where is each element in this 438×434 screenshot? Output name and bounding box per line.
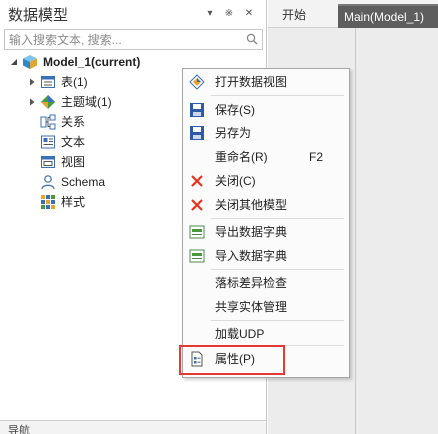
- panel-header: 数据模型 ▾ ※ ✕: [0, 0, 266, 28]
- open-data-view-icon: [189, 74, 205, 90]
- menu-item-standard-diff-check[interactable]: 落标差异检查: [184, 272, 349, 294]
- collapsed-arrow-icon[interactable]: [28, 78, 36, 86]
- close-icon: [191, 175, 203, 187]
- menu-item-label: 另存为: [215, 126, 252, 140]
- model-cube-icon: [23, 55, 37, 69]
- menu-item-label: 落标差异检查: [215, 276, 288, 290]
- tree-item-label: 表(1): [61, 75, 88, 89]
- menu-item-label: 打开数据视图: [215, 75, 288, 89]
- panel-dropdown-icon[interactable]: ▾: [203, 6, 217, 22]
- pin-icon[interactable]: ※: [222, 6, 236, 22]
- export-dictionary-icon: [189, 225, 205, 239]
- save-as-icon: [190, 126, 204, 140]
- navigation-panel-header: 导航: [0, 420, 266, 434]
- menu-item-label: 共享实体管理: [215, 300, 288, 314]
- tree-item-label: 关系: [61, 115, 86, 129]
- menu-item-shared-entity-management[interactable]: 共享实体管理: [184, 296, 349, 318]
- style-icon: [41, 195, 55, 209]
- panel-title: 数据模型: [8, 7, 69, 24]
- tree-item-label: 样式: [61, 195, 86, 209]
- collapsed-arrow-icon[interactable]: [28, 98, 36, 106]
- relation-icon: [40, 114, 56, 130]
- menu-item-label: 关闭其他模型: [215, 198, 288, 212]
- properties-highlight-box: [179, 345, 285, 375]
- menu-item-label: 导入数据字典: [215, 249, 288, 263]
- search-box: [4, 29, 263, 50]
- table-icon: [41, 76, 55, 88]
- menu-item-rename[interactable]: 重命名(R) F2: [184, 146, 349, 168]
- tab-start[interactable]: 开始: [276, 4, 312, 28]
- menu-item-export-dictionary[interactable]: 导出数据字典: [184, 221, 349, 243]
- menu-item-save-as[interactable]: 另存为: [184, 122, 349, 144]
- navigation-label: 导航: [8, 425, 30, 434]
- search-icon[interactable]: [246, 33, 258, 45]
- menu-item-import-dictionary[interactable]: 导入数据字典: [184, 245, 349, 267]
- panel-close-icon[interactable]: ✕: [242, 6, 256, 22]
- menu-item-close[interactable]: 关闭(C): [184, 170, 349, 192]
- menu-separator: [211, 320, 344, 321]
- close-others-icon: [191, 199, 203, 211]
- text-icon: [41, 135, 55, 149]
- tab-main-model[interactable]: Main(Model_1): [338, 4, 438, 28]
- search-input[interactable]: [5, 30, 241, 49]
- save-icon: [190, 103, 204, 117]
- menu-separator: [211, 269, 344, 270]
- tree-item-label: Schema: [61, 175, 106, 189]
- schema-icon: [41, 175, 55, 190]
- menu-item-save[interactable]: 保存(S): [184, 99, 349, 121]
- menu-item-close-others[interactable]: 关闭其他模型: [184, 194, 349, 216]
- expanded-arrow-icon[interactable]: [10, 58, 18, 66]
- tree-root-label: Model_1(current): [43, 55, 141, 69]
- menu-item-shortcut: F2: [309, 150, 324, 164]
- subject-area-icon: [41, 95, 55, 109]
- context-menu: 打开数据视图 保存(S) 另存为 重命名(R) F2 关闭(C) 关闭其他模型 …: [182, 68, 350, 378]
- menu-item-label: 关闭(C): [215, 174, 256, 188]
- menu-item-label: 导出数据字典: [215, 225, 288, 239]
- menu-item-open-data-view[interactable]: 打开数据视图: [184, 71, 349, 93]
- tree-item-label: 视图: [61, 155, 86, 169]
- menu-separator: [211, 95, 344, 96]
- menu-separator: [211, 218, 344, 219]
- menu-item-label: 加载UDP: [215, 327, 265, 341]
- tree-item-label: 文本: [61, 135, 86, 149]
- tree-item-label: 主题域(1): [61, 95, 112, 109]
- menu-item-label: 保存(S): [215, 103, 255, 117]
- menu-item-load-udp[interactable]: 加载UDP: [184, 323, 349, 345]
- view-icon: [41, 156, 55, 168]
- import-dictionary-icon: [189, 249, 205, 263]
- divider: [355, 28, 356, 434]
- menu-item-label: 重命名(R): [215, 150, 268, 164]
